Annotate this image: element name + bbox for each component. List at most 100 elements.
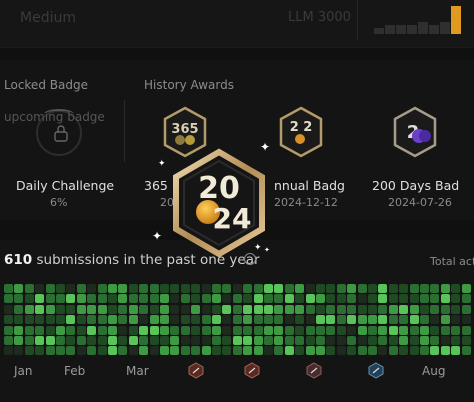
heatmap-cell[interactable] <box>326 325 336 335</box>
heatmap-cell[interactable] <box>461 284 471 293</box>
heatmap-cell[interactable] <box>295 304 305 314</box>
heatmap-cell[interactable] <box>149 304 159 314</box>
heatmap-cell[interactable] <box>56 325 65 335</box>
heatmap-cell[interactable] <box>232 346 242 356</box>
heatmap-cell[interactable] <box>305 336 315 345</box>
heatmap-cell[interactable] <box>430 325 440 335</box>
heatmap-cell[interactable] <box>76 284 86 293</box>
heatmap-cell[interactable] <box>347 284 357 293</box>
heatmap-cell[interactable] <box>87 284 97 293</box>
heatmap-cell[interactable] <box>368 336 377 345</box>
heatmap-cell[interactable] <box>347 346 357 356</box>
heatmap-cell[interactable] <box>191 336 201 345</box>
heatmap-cell[interactable] <box>295 336 305 345</box>
heatmap-cell[interactable] <box>253 336 263 345</box>
heatmap-cell[interactable] <box>87 336 97 345</box>
heatmap-cell[interactable] <box>357 336 367 345</box>
heatmap-cell[interactable] <box>399 315 409 325</box>
heatmap-cell[interactable] <box>305 325 315 335</box>
heatmap-cell[interactable] <box>316 346 325 356</box>
heatmap-cell[interactable] <box>430 284 440 293</box>
heatmap-cell[interactable] <box>118 284 128 293</box>
heatmap-cell[interactable] <box>316 294 325 304</box>
heatmap-cell[interactable] <box>295 325 305 335</box>
heatmap-cell[interactable] <box>451 346 461 356</box>
heatmap-cell[interactable] <box>108 325 117 335</box>
heatmap-cell[interactable] <box>316 304 325 314</box>
heatmap-cell[interactable] <box>295 284 305 293</box>
heatmap-cell[interactable] <box>97 304 107 314</box>
heatmap-cell[interactable] <box>66 346 76 356</box>
heatmap-cell[interactable] <box>191 304 201 314</box>
heatmap-cell[interactable] <box>212 284 221 293</box>
heatmap-cell[interactable] <box>409 304 419 314</box>
heatmap-cell[interactable] <box>201 315 211 325</box>
heatmap-cell[interactable] <box>24 304 34 314</box>
heatmap-cell[interactable] <box>118 336 128 345</box>
heatmap-cell[interactable] <box>170 336 180 345</box>
heatmap-cell[interactable] <box>180 315 190 325</box>
heatmap-cell[interactable] <box>160 304 169 314</box>
heatmap-cell[interactable] <box>35 325 45 335</box>
heatmap-cell[interactable] <box>409 336 419 345</box>
heatmap-cell[interactable] <box>108 346 117 356</box>
heatmap-cell[interactable] <box>336 325 346 335</box>
heatmap-cell[interactable] <box>305 346 315 356</box>
heatmap-cell[interactable] <box>264 294 273 304</box>
heatmap-cell[interactable] <box>326 346 336 356</box>
heatmap-cell[interactable] <box>149 315 159 325</box>
heatmap-cell[interactable] <box>212 304 221 314</box>
heatmap-cell[interactable] <box>45 325 55 335</box>
heatmap-cell[interactable] <box>243 304 253 314</box>
heatmap-cell[interactable] <box>87 346 97 356</box>
heatmap-cell[interactable] <box>128 304 138 314</box>
heatmap-cell[interactable] <box>35 336 45 345</box>
heatmap-cell[interactable] <box>420 336 429 345</box>
heatmap-cell[interactable] <box>440 294 450 304</box>
heatmap-cell[interactable] <box>316 315 325 325</box>
heatmap-cell[interactable] <box>274 336 284 345</box>
heatmap-cell[interactable] <box>108 315 117 325</box>
heatmap-cell[interactable] <box>316 336 325 345</box>
heatmap-cell[interactable] <box>378 336 388 345</box>
heatmap-cell[interactable] <box>284 336 294 345</box>
heatmap-cell[interactable] <box>357 346 367 356</box>
heatmap-cell[interactable] <box>66 325 76 335</box>
heatmap-cell[interactable] <box>56 315 65 325</box>
heatmap-cell[interactable] <box>212 294 221 304</box>
heatmap-cell[interactable] <box>160 294 169 304</box>
heatmap-cell[interactable] <box>4 294 13 304</box>
heatmap-cell[interactable] <box>35 294 45 304</box>
heatmap-cell[interactable] <box>201 325 211 335</box>
heatmap-cell[interactable] <box>388 304 398 314</box>
heatmap-cell[interactable] <box>76 336 86 345</box>
heatmap-cell[interactable] <box>388 346 398 356</box>
heatmap-cell[interactable] <box>14 304 24 314</box>
heatmap-cell[interactable] <box>253 294 263 304</box>
heatmap-cell[interactable] <box>420 325 429 335</box>
heatmap-cell[interactable] <box>66 284 76 293</box>
heatmap-cell[interactable] <box>409 284 419 293</box>
heatmap-cell[interactable] <box>430 304 440 314</box>
heatmap-cell[interactable] <box>357 325 367 335</box>
heatmap-cell[interactable] <box>284 325 294 335</box>
heatmap-cell[interactable] <box>170 346 180 356</box>
annual-badge-icon[interactable]: 2 2 <box>278 106 324 158</box>
heatmap-cell[interactable] <box>139 325 149 335</box>
heatmap-cell[interactable] <box>87 304 97 314</box>
heatmap-cell[interactable] <box>118 346 128 356</box>
heatmap-cell[interactable] <box>326 304 336 314</box>
heatmap-cell[interactable] <box>378 304 388 314</box>
heatmap-cell[interactable] <box>264 346 273 356</box>
heatmap-cell[interactable] <box>128 294 138 304</box>
heatmap-cell[interactable] <box>326 315 336 325</box>
heatmap-cell[interactable] <box>97 315 107 325</box>
heatmap-cell[interactable] <box>232 304 242 314</box>
heatmap-cell[interactable] <box>347 336 357 345</box>
heatmap-cell[interactable] <box>378 325 388 335</box>
heatmap-cell[interactable] <box>128 315 138 325</box>
heatmap-cell[interactable] <box>170 304 180 314</box>
heatmap-cell[interactable] <box>399 346 409 356</box>
heatmap-cell[interactable] <box>399 284 409 293</box>
heatmap-cell[interactable] <box>461 336 471 345</box>
